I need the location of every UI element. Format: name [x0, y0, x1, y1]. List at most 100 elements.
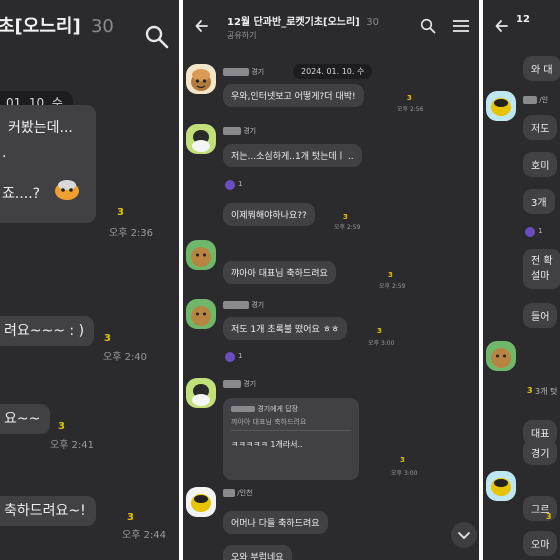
- message-text: 전 확: [531, 256, 553, 267]
- unread-count: 3: [388, 271, 393, 279]
- character-avatar-icon: [491, 98, 511, 116]
- message-bubble[interactable]: 오와 부럽네요: [223, 545, 292, 560]
- unread-count: 3: [117, 207, 124, 218]
- message-time: 오후 2:44: [122, 530, 167, 541]
- chat-title: 12: [516, 14, 530, 25]
- message-time: 오후 2:36: [109, 228, 154, 239]
- reaction-count: 1: [238, 352, 243, 360]
- message-bubble[interactable]: 들어: [523, 303, 558, 328]
- left-chat-panel: 초[오느리] 30 01. 10. 수 커봤는데... · 죠....? 3 오…: [0, 0, 179, 560]
- member-count: 30: [366, 17, 379, 28]
- avatar[interactable]: [186, 124, 216, 154]
- character-avatar-icon: [191, 494, 211, 512]
- middle-chat-panel: 12월 단과반_로켓기초[오느리] 30 공유하기 경기 2024. 01. 1…: [183, 0, 479, 560]
- unread-count: 3: [343, 213, 348, 221]
- message-bubble[interactable]: 그르: [523, 496, 558, 521]
- like-reaction-icon[interactable]: [225, 180, 235, 190]
- avatar[interactable]: [186, 487, 216, 517]
- character-avatar-icon: [192, 130, 210, 152]
- message-bubble[interactable]: 어머나 다들 축하드려요: [223, 511, 328, 534]
- avatar[interactable]: [186, 299, 216, 329]
- avatar[interactable]: [486, 341, 516, 371]
- character-avatar-icon: [191, 306, 211, 326]
- message-time: 오후 3:00: [391, 470, 418, 477]
- message-text: ·: [2, 149, 7, 165]
- like-reaction-icon[interactable]: [225, 352, 235, 362]
- message-bubble[interactable]: 호미: [523, 152, 558, 177]
- character-avatar-icon: [192, 384, 210, 406]
- reply-header: 경기에게 답장: [231, 404, 351, 414]
- unread-count: 3: [407, 94, 412, 102]
- message-text: 설마: [531, 271, 550, 282]
- unread-count: 3: [527, 386, 533, 395]
- sender-name: /인: [523, 95, 548, 105]
- unread-count: 3: [377, 327, 382, 335]
- sender-name: 경기: [223, 300, 264, 310]
- avatar[interactable]: [186, 378, 216, 408]
- message-bubble[interactable]: 려요~~~ : ): [0, 316, 95, 346]
- message-bubble[interactable]: 저도 1개 초록불 떴어요 ㅎㅎ: [223, 317, 348, 340]
- message-time: 오후 3:00: [368, 340, 395, 347]
- message-bubble[interactable]: 3개: [523, 189, 555, 214]
- message-bubble[interactable]: 저도: [523, 115, 558, 140]
- reaction-count: 1: [238, 180, 243, 188]
- date-divider: 2024. 01. 10. 수: [293, 64, 373, 79]
- chat-title: 12월 단과반_로켓기초[오느리] 30: [227, 13, 379, 28]
- message-time: 오후 2:59: [334, 224, 361, 231]
- unread-count: 3: [104, 333, 111, 344]
- character-avatar-icon: [491, 478, 511, 496]
- member-count: 30: [90, 16, 114, 37]
- back-arrow-icon[interactable]: [195, 19, 209, 33]
- chat-title-text: 초[오느리]: [0, 16, 81, 37]
- sender-name: /인천: [223, 488, 252, 498]
- share-label[interactable]: 공유하기: [227, 30, 256, 41]
- avatar[interactable]: [186, 64, 216, 94]
- scroll-down-button[interactable]: [451, 522, 477, 548]
- cartoon-avatar-icon: [191, 69, 211, 91]
- message-text: 커봤는데...: [8, 120, 73, 136]
- sender-name: 경기: [223, 126, 256, 136]
- unread-count: 3: [546, 512, 552, 521]
- sender-name: 경기: [223, 379, 256, 389]
- message-bubble[interactable]: 와 대: [523, 56, 560, 81]
- message-bubble[interactable]: 꺄아아 대표님 축하드려요: [223, 261, 336, 284]
- message-text: 죠....?: [2, 186, 41, 202]
- message-time: 오후 2:59: [379, 283, 406, 290]
- message-bubble[interactable]: 전 확 설마: [523, 249, 560, 289]
- message-text: ㅋㅋㅋㅋㅋ 1개라서..: [231, 440, 303, 449]
- search-icon[interactable]: [420, 18, 436, 34]
- divider: [231, 430, 351, 431]
- message-bubble[interactable]: 축하드려요~!: [0, 496, 96, 526]
- emoticon-icon: [55, 180, 79, 200]
- unread-count: 3: [58, 421, 65, 432]
- character-avatar-icon: [191, 247, 211, 267]
- message-bubble[interactable]: 우와,인터넷보고 어떻게?더 대박!: [223, 84, 364, 107]
- unread-count: 3: [127, 512, 134, 523]
- chevron-down-icon: [458, 532, 470, 540]
- message-time: 오후 2:56: [397, 106, 424, 113]
- chat-title-text: 12월 단과반_로켓기초[오느리]: [227, 17, 360, 28]
- right-chat-panel: 12 와 대 /인 저도 호미 3개 1 전 확 설마 들어 3 3개 텃 대표…: [483, 0, 560, 560]
- message-bubble[interactable]: 커봤는데... · 죠....?: [0, 105, 96, 223]
- unread-count: 3: [400, 456, 405, 464]
- message-fragment: 3개 텃: [535, 387, 558, 396]
- reaction-count: 1: [538, 227, 543, 235]
- message-bubble[interactable]: 오마: [523, 531, 558, 556]
- message-bubble[interactable]: 경기: [523, 440, 558, 465]
- menu-icon[interactable]: [452, 19, 470, 33]
- message-time: 오후 2:41: [50, 440, 95, 451]
- search-icon[interactable]: [144, 24, 170, 50]
- message-bubble[interactable]: 이제뭐해야하나요??: [223, 203, 315, 226]
- reply-message-bubble[interactable]: 경기에게 답장 꺄아아 대표님 축하드려요 ㅋㅋㅋㅋㅋ 1개라서..: [223, 398, 359, 480]
- message-bubble[interactable]: 저는...소심하게..1개 텃는데ㅣ ..: [223, 144, 362, 167]
- character-avatar-icon: [491, 348, 511, 368]
- avatar[interactable]: [486, 471, 516, 501]
- avatar[interactable]: [186, 240, 216, 270]
- sender-name: 경기: [223, 67, 264, 77]
- message-time: 오후 2:40: [103, 352, 148, 363]
- back-arrow-icon[interactable]: [495, 19, 509, 33]
- like-reaction-icon[interactable]: [525, 227, 535, 237]
- chat-title: 초[오느리] 30: [0, 12, 114, 38]
- avatar[interactable]: [486, 91, 516, 121]
- message-bubble[interactable]: 요~~: [0, 404, 51, 434]
